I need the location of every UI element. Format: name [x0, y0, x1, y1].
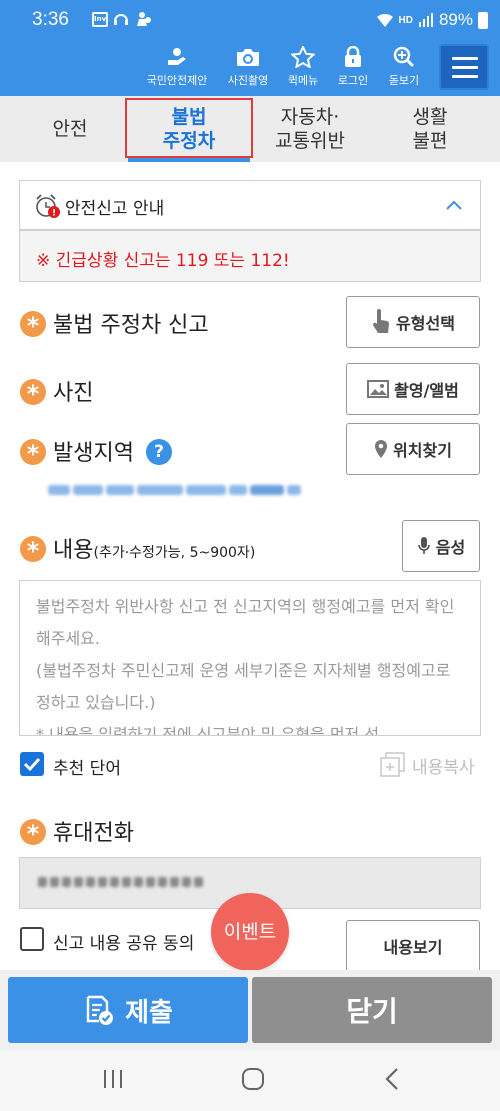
toolbar-label: 국민안전제안 [146, 74, 208, 87]
copy-content-label: 내용복사 [412, 757, 475, 778]
content-subtitle: (추가·수정가능, 5~900자) [93, 545, 256, 561]
submit-button[interactable]: 제출 [8, 977, 248, 1043]
tab-traffic-violation[interactable]: 자동차· 교통위반 [260, 96, 360, 162]
voice-input-label: 음성 [435, 538, 466, 557]
camera-icon [237, 49, 259, 66]
recommend-words-label: 추천 단어 [53, 759, 121, 779]
battery-icon [478, 11, 488, 29]
hand-pointer-icon [373, 309, 390, 333]
submit-label: 제출 [125, 997, 173, 1028]
safety-guide-accordion[interactable]: ! 안전신고 안내 [19, 180, 481, 230]
voice-input-button[interactable]: 음성 [402, 520, 480, 572]
view-content-label: 내용보기 [383, 938, 443, 957]
magnifier-plus-icon [393, 46, 415, 68]
hand-heart-icon [168, 48, 186, 65]
chevron-up-icon [446, 200, 462, 210]
copy-icon [380, 752, 405, 777]
safety-guide-label: 안전신고 안내 [65, 199, 165, 219]
wifi-icon [376, 13, 393, 27]
microphone-icon [417, 537, 430, 554]
status-time: 3:36 [32, 9, 69, 30]
required-mark-icon: * [20, 379, 46, 408]
signal-icon [418, 13, 433, 27]
back-icon[interactable] [384, 1067, 400, 1091]
hd-voice-icon: HD [398, 14, 413, 26]
photo-title: 사진 [53, 381, 94, 406]
battery-percent: 89% [438, 10, 473, 29]
close-label: 닫기 [346, 995, 398, 1028]
home-icon[interactable] [241, 1067, 265, 1091]
content-textarea[interactable]: 불법주정차 위반사항 신고 전 신고지역의 행정예고를 먼저 확인해주세요. (… [19, 580, 481, 736]
capture-album-button[interactable]: 촬영/앨범 [346, 363, 480, 415]
notification-dot-icon [145, 17, 151, 23]
illegal-parking-report-title: 불법 주정차 신고 [53, 313, 209, 338]
location-address-redacted [48, 481, 328, 499]
select-type-button[interactable]: 유형선택 [346, 296, 480, 348]
system-nav-bar [0, 1050, 500, 1111]
toolbar-photo[interactable]: 사진촬영 [222, 46, 274, 88]
share-consent-checkbox[interactable] [20, 927, 44, 951]
tab-living-inconvenience[interactable]: 생활 불편 [380, 96, 480, 162]
required-mark-icon: * [20, 439, 46, 468]
toolbar-label: 로그인 [337, 74, 369, 87]
location-title: 발생지역 [53, 441, 134, 466]
phone-number-redacted [38, 877, 203, 887]
required-mark-icon: * [20, 311, 46, 340]
document-check-icon [86, 995, 114, 1025]
find-location-label: 위치찾기 [393, 441, 452, 460]
tab-safety[interactable]: 안전 [20, 96, 120, 162]
recommend-words-checkbox[interactable] [20, 752, 44, 776]
toolbar-label: 퀵메뉴 [287, 74, 319, 87]
emergency-notice: ※ 긴급상황 신고는 119 또는 112! [19, 230, 481, 282]
toolbar-safety-proposal[interactable]: 국민안전제안 [140, 46, 214, 88]
share-consent-label: 신고 내용 공유 동의 [53, 934, 195, 954]
star-icon [291, 46, 315, 68]
news-app-icon: Inv [92, 11, 108, 27]
select-type-label: 유형선택 [396, 314, 455, 333]
top-toolbar: 국민안전제안 사진촬영 퀵메뉴 로그인 돋보기 [0, 38, 500, 96]
hamburger-menu-button[interactable] [439, 44, 489, 90]
toolbar-login[interactable]: 로그인 [333, 46, 373, 88]
image-icon [367, 380, 390, 398]
recent-apps-icon[interactable] [103, 1068, 123, 1090]
headset-icon [114, 14, 128, 25]
svg-text:!: ! [52, 209, 56, 219]
help-icon[interactable]: ? [146, 439, 172, 465]
alarm-clock-icon: ! [36, 194, 60, 219]
toolbar-label: 돋보기 [388, 74, 420, 87]
find-location-button[interactable]: 위치찾기 [346, 423, 480, 475]
notification-icons: Inv [92, 11, 150, 27]
required-mark-icon: * [20, 819, 46, 848]
emergency-notice-text: ※ 긴급상황 신고는 119 또는 112! [36, 251, 290, 271]
copy-content-button[interactable]: 내용복사 [380, 752, 475, 778]
active-tab-highlight [125, 98, 253, 158]
lock-icon [345, 46, 361, 67]
toolbar-quick-menu[interactable]: 퀵메뉴 [282, 46, 324, 88]
phone-title: 휴대전화 [53, 821, 134, 846]
hamburger-icon [452, 57, 478, 60]
status-bar: 3:36 Inv HD 89% [0, 0, 500, 38]
map-pin-icon [375, 440, 388, 458]
event-floating-button[interactable]: 이벤트 [211, 893, 289, 971]
content-title: 내용(추가·수정가능, 5~900자) [53, 538, 256, 563]
close-button[interactable]: 닫기 [252, 977, 492, 1043]
toolbar-label: 사진촬영 [227, 74, 269, 87]
check-icon [23, 757, 41, 772]
view-content-button[interactable]: 내용보기 [346, 920, 480, 972]
required-mark-icon: * [20, 536, 46, 565]
capture-album-label: 촬영/앨범 [394, 381, 459, 400]
toolbar-magnifier[interactable]: 돋보기 [383, 46, 425, 88]
